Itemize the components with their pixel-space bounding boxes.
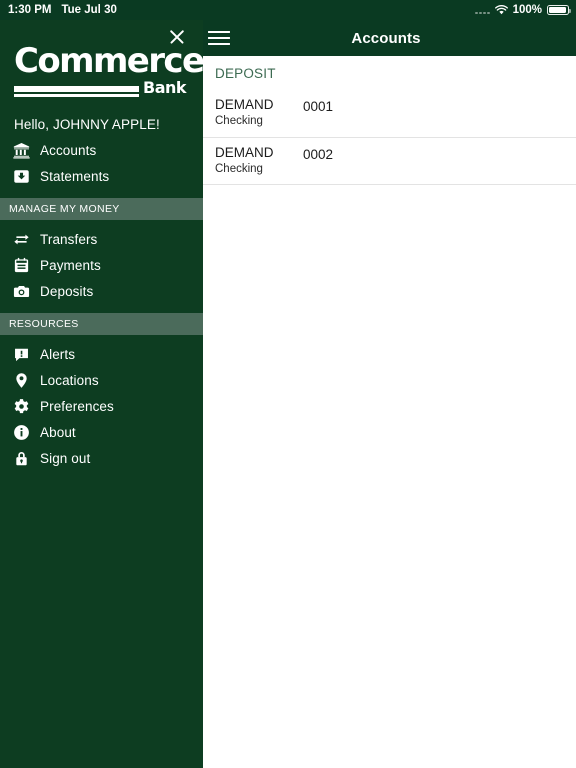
status-bar-left: 1:30 PM Tue Jul 30 [0,4,117,16]
account-number: 0001 [303,99,334,114]
sidebar-item-alerts[interactable]: Alerts [0,341,203,367]
sidebar-item-label: Deposits [40,283,94,299]
sidebar-item-preferences[interactable]: Preferences [0,393,203,419]
status-bar: 1:30 PM Tue Jul 30 100% [0,0,576,20]
logo-rule-bars [14,85,139,97]
commerce-bank-logo: Commerce Bank [14,41,203,97]
account-number: 0002 [303,147,334,162]
camera-icon [10,280,32,302]
sidebar-item-label: Alerts [40,346,76,362]
account-type: Checking [215,162,263,175]
calendar-payments-icon [10,254,32,276]
sidebar-item-label: Transfers [40,231,98,247]
sidebar-item-accounts[interactable]: Accounts [0,137,203,163]
sidebar-section-manage-my-money: MANAGE MY MONEY [0,198,203,220]
table-row[interactable]: DEMAND Checking 0002 [203,137,576,184]
map-pin-icon [10,369,32,391]
statement-download-icon [10,165,32,187]
sidebar-item-deposits[interactable]: Deposits [0,278,203,304]
account-type: Checking [215,115,263,128]
app-root: 1:30 PM Tue Jul 30 100% Accounts Commerc… [0,0,576,768]
alert-bubble-icon [10,343,32,365]
signal-dots-icon [475,6,490,14]
status-time: 1:30 PM [8,4,52,16]
status-bar-right: 100% [475,4,576,16]
section-header-deposit: DEPOSIT [215,66,276,81]
sidebar-item-about[interactable]: About [0,419,203,445]
gear-icon [10,395,32,417]
sidebar-item-label: Accounts [40,142,97,158]
wifi-icon [494,5,508,15]
transfer-arrows-icon [10,228,32,250]
battery-icon [547,4,572,16]
sidebar-item-label: Preferences [40,398,114,414]
sidebar-item-transfers[interactable]: Transfers [0,226,203,252]
account-name: DEMAND [215,144,274,160]
sidebar-item-payments[interactable]: Payments [0,252,203,278]
accounts-list-panel: DEPOSIT DEMAND Checking 0001 DEMAND Chec… [203,56,576,768]
sidebar-item-statements[interactable]: Statements [0,163,203,189]
logo-subword: Bank [143,78,187,97]
sidebar-item-label: Payments [40,257,101,273]
lock-icon [10,447,32,469]
sidebar-item-label: About [40,424,76,440]
sidebar-section-resources: RESOURCES [0,313,203,335]
sidebar-item-sign-out[interactable]: Sign out [0,445,203,471]
bank-building-icon [10,139,32,161]
battery-percent: 100% [512,4,542,16]
user-greeting: Hello, JOHNNY APPLE! [14,117,160,132]
info-circle-icon [10,421,32,443]
sidebar-item-label: Locations [40,372,99,388]
table-row[interactable]: DEMAND Checking 0001 [203,90,576,137]
sidebar-item-locations[interactable]: Locations [0,367,203,393]
navigation-drawer: Commerce Bank Hello, JOHNNY APPLE! Accou… [0,20,203,768]
account-info: DEMAND Checking [215,97,293,129]
account-info: DEMAND Checking [215,145,293,177]
logo-wordmark: Commerce [14,41,203,81]
sidebar-item-label: Sign out [40,450,91,466]
status-date: Tue Jul 30 [61,4,117,16]
account-name: DEMAND [215,97,274,113]
sidebar-nav: Accounts Statements MANAGE MY MONEY Tran… [0,137,203,471]
sidebar-item-label: Statements [40,168,110,184]
list-bottom-divider [203,184,576,185]
